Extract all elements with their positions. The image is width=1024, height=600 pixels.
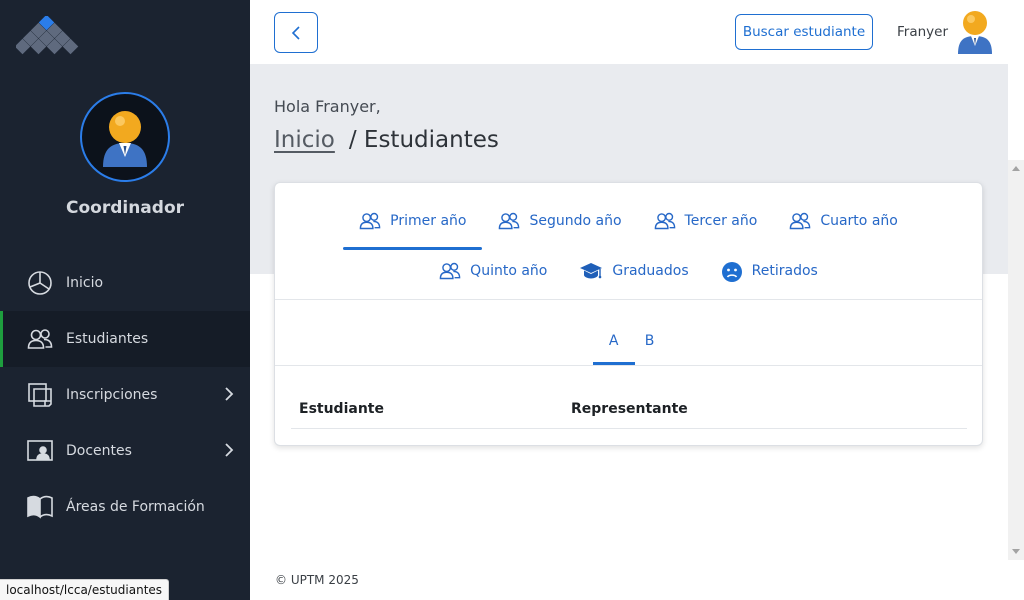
sidebar-item-label: Estudiantes — [66, 331, 149, 347]
users-icon — [359, 212, 381, 230]
table-header-row: Estudiante Representante — [291, 401, 967, 429]
pie-chart-icon — [26, 269, 54, 297]
tab-section-b[interactable]: B — [635, 333, 665, 365]
tab-label: Cuarto año — [820, 213, 898, 229]
sidebar-nav: Inicio Estudiantes Inscripciones Docente… — [0, 255, 250, 535]
sad-face-icon — [721, 262, 742, 282]
tab-label: Tercer año — [684, 213, 758, 229]
chevron-right-icon — [225, 443, 234, 457]
users-icon — [439, 262, 461, 280]
sidebar-item-inicio[interactable]: Inicio — [0, 255, 250, 311]
year-tabs-row-1: Primer año Segundo año Tercer año Cuarto… — [275, 201, 982, 250]
teacher-icon — [26, 437, 54, 465]
year-tabs-row-2: Quinto año Graduados Retirados — [275, 251, 982, 299]
sidebar-item-label: Inicio — [66, 275, 104, 291]
tab-label: Primer año — [390, 213, 467, 229]
tab-retirados[interactable]: Retirados — [705, 251, 834, 299]
tab-section-a[interactable]: A — [592, 333, 635, 365]
user-name: Franyer — [897, 24, 949, 40]
tabs-divider — [275, 299, 982, 300]
sections-divider — [275, 365, 982, 366]
tab-label: Quinto año — [470, 263, 548, 279]
users-icon — [26, 325, 54, 353]
chevron-right-icon — [225, 387, 234, 401]
app-logo[interactable] — [16, 16, 80, 58]
breadcrumb: Inicio / Estudiantes — [274, 127, 499, 153]
tab-quinto-ano[interactable]: Quinto año — [423, 251, 563, 299]
users-icon — [499, 212, 520, 230]
column-header-representante[interactable]: Representante — [571, 401, 688, 417]
copy-icon — [26, 381, 54, 409]
greeting-text: Hola Franyer, — [274, 97, 381, 116]
students-card: Primer año Segundo año Tercer año Cuarto… — [274, 182, 983, 446]
sidebar-item-docentes[interactable]: Docentes — [0, 423, 250, 479]
breadcrumb-home-link[interactable]: Inicio — [274, 127, 335, 153]
tab-cuarto-ano[interactable]: Cuarto año — [773, 201, 914, 249]
tab-graduados[interactable]: Graduados — [563, 251, 704, 299]
browser-status-url: localhost/lcca/estudiantes — [0, 579, 170, 600]
scroll-up-arrow-icon[interactable] — [1012, 166, 1020, 171]
users-icon — [790, 212, 811, 230]
chevron-left-icon — [291, 25, 300, 40]
search-student-button[interactable]: Buscar estudiante — [735, 14, 873, 50]
sidebar-item-areas[interactable]: Áreas de Formación — [0, 479, 250, 535]
tab-primer-ano[interactable]: Primer año — [343, 201, 483, 250]
section-tabs: A B — [275, 333, 982, 365]
user-avatar-icon — [103, 111, 147, 167]
sidebar-item-inscripciones[interactable]: Inscripciones — [0, 367, 250, 423]
tab-label: Graduados — [612, 263, 689, 279]
sidebar-item-label: Áreas de Formación — [66, 499, 205, 515]
sidebar-item-estudiantes[interactable]: Estudiantes — [0, 311, 250, 367]
book-icon — [26, 493, 54, 521]
users-icon — [654, 212, 675, 230]
sidebar-item-label: Docentes — [66, 443, 132, 459]
back-button[interactable] — [274, 12, 318, 53]
scroll-down-arrow-icon[interactable] — [1012, 549, 1020, 554]
user-avatar-icon[interactable] — [954, 8, 996, 54]
column-header-estudiante[interactable]: Estudiante — [299, 401, 384, 417]
tab-label: Segundo año — [529, 213, 622, 229]
graduation-cap-icon — [580, 263, 603, 279]
page-scrollbar[interactable] — [1008, 160, 1024, 560]
sidebar-avatar — [80, 92, 170, 182]
sidebar: Coordinador Inicio Estudiantes Inscripci… — [0, 0, 250, 600]
tab-label: Retirados — [751, 263, 818, 279]
tab-segundo-ano[interactable]: Segundo año — [482, 201, 637, 249]
footer-copyright: © UPTM 2025 — [275, 573, 359, 587]
breadcrumb-current: / Estudiantes — [348, 127, 499, 153]
sidebar-item-label: Inscripciones — [66, 387, 158, 403]
topbar: Buscar estudiante Franyer — [250, 0, 1024, 64]
user-role: Coordinador — [65, 198, 185, 218]
tab-tercer-ano[interactable]: Tercer año — [638, 201, 774, 249]
